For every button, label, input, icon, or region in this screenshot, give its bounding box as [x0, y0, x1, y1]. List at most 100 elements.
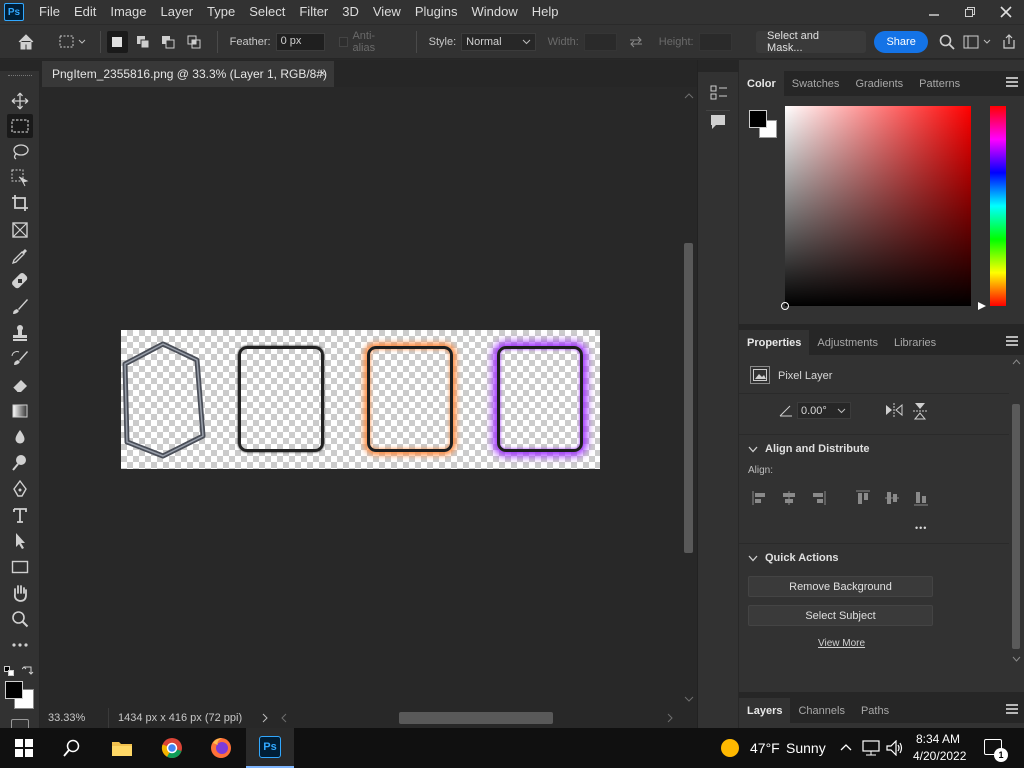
brush-tool-icon[interactable] [7, 295, 33, 319]
frame-tool-icon[interactable] [7, 218, 33, 242]
more-tools-icon[interactable] [7, 633, 33, 657]
scroll-right-icon[interactable] [667, 713, 673, 723]
tab-gradients[interactable]: Gradients [847, 71, 911, 96]
marquee-preset-picker[interactable] [56, 31, 89, 53]
hand-tool-icon[interactable] [7, 581, 33, 605]
layers-panel-menu-icon[interactable] [1006, 704, 1018, 714]
swap-colors-icon[interactable] [21, 664, 34, 676]
menu-window[interactable]: Window [464, 0, 524, 24]
tab-swatches[interactable]: Swatches [784, 71, 848, 96]
color-panel-foreground-swatch[interactable] [749, 110, 767, 128]
comments-panel-icon[interactable] [710, 114, 726, 133]
tab-layers[interactable]: Layers [739, 698, 791, 723]
tab-properties[interactable]: Properties [739, 330, 810, 355]
taskbar-date[interactable]: 4/20/2022 [913, 749, 966, 763]
align-section-header[interactable]: Align and Distribute [748, 443, 870, 455]
scroll-up-icon[interactable] [1012, 359, 1021, 365]
horizontal-scroll-thumb[interactable] [399, 712, 553, 724]
scroll-left-icon[interactable] [281, 713, 287, 723]
blur-tool-icon[interactable] [7, 425, 33, 449]
taskbar-time[interactable]: 8:34 AM [916, 732, 960, 746]
scroll-down-icon[interactable] [1012, 656, 1021, 662]
new-selection-button[interactable] [106, 30, 129, 53]
tab-channels[interactable]: Channels [790, 698, 852, 723]
menu-view[interactable]: View [366, 0, 408, 24]
select-and-mask-button[interactable]: Select and Mask... [756, 30, 867, 54]
menu-plugins[interactable]: Plugins [408, 0, 465, 24]
hue-slider-handle[interactable] [977, 301, 987, 311]
default-colors-icon[interactable] [4, 665, 14, 676]
minimize-icon[interactable] [916, 0, 952, 24]
document-image[interactable] [121, 330, 600, 469]
subtract-from-selection-button[interactable] [158, 31, 179, 53]
align-horizontal-centers-icon[interactable] [781, 490, 797, 506]
properties-panel-icon[interactable] [710, 84, 728, 105]
more-align-options-icon[interactable]: ••• [915, 523, 927, 533]
color-field[interactable] [781, 106, 971, 310]
hue-slider[interactable] [990, 106, 1006, 306]
align-left-edges-icon[interactable] [752, 490, 768, 506]
menu-help[interactable]: Help [525, 0, 566, 24]
firefox-icon[interactable] [197, 728, 245, 768]
home-icon[interactable] [15, 31, 36, 53]
menu-edit[interactable]: Edit [67, 0, 103, 24]
path-selection-tool-icon[interactable] [7, 529, 33, 553]
volume-icon[interactable] [886, 740, 904, 756]
search-icon[interactable] [936, 31, 957, 53]
select-subject-button[interactable]: Select Subject [748, 605, 933, 626]
tab-adjustments[interactable]: Adjustments [809, 330, 886, 355]
chrome-icon[interactable] [148, 728, 196, 768]
eyedropper-tool-icon[interactable] [7, 244, 33, 268]
height-input[interactable] [698, 32, 733, 51]
history-brush-tool-icon[interactable] [7, 347, 33, 371]
color-field-picker[interactable] [781, 302, 789, 310]
windows-start-icon[interactable] [0, 728, 48, 768]
menu-3d[interactable]: 3D [335, 0, 366, 24]
menu-image[interactable]: Image [103, 0, 153, 24]
type-tool-icon[interactable] [7, 503, 33, 527]
share-export-icon[interactable] [999, 31, 1020, 53]
gradient-tool-icon[interactable] [7, 399, 33, 423]
style-select[interactable]: Normal [461, 32, 536, 51]
zoom-level[interactable]: 33.33% [48, 712, 85, 724]
properties-panel-menu-icon[interactable] [1006, 336, 1018, 346]
toolbar-grip[interactable] [8, 75, 32, 78]
document-tab[interactable]: PngItem_2355816.png @ 33.3% (Layer 1, RG… [42, 61, 334, 87]
move-tool-icon[interactable] [7, 89, 33, 113]
align-vertical-centers-icon[interactable] [884, 490, 900, 506]
rectangle-tool-icon[interactable] [7, 555, 33, 579]
eraser-tool-icon[interactable] [7, 373, 33, 397]
status-menu-chevron-icon[interactable] [262, 713, 268, 723]
object-selection-tool-icon[interactable] [7, 166, 33, 190]
intersect-selection-button[interactable] [183, 31, 204, 53]
dodge-tool-icon[interactable] [7, 451, 33, 475]
share-button[interactable]: Share [874, 30, 928, 53]
foreground-color-swatch[interactable] [5, 681, 23, 699]
menu-file[interactable]: File [32, 0, 67, 24]
tab-patterns[interactable]: Patterns [911, 71, 968, 96]
workspace-switcher-icon[interactable] [961, 31, 994, 53]
menu-filter[interactable]: Filter [292, 0, 335, 24]
crop-tool-icon[interactable] [7, 191, 33, 215]
vertical-scrollbar[interactable] [682, 88, 696, 708]
healing-brush-tool-icon[interactable] [7, 269, 33, 293]
feather-input[interactable]: 0 px [275, 32, 325, 51]
tab-paths[interactable]: Paths [853, 698, 897, 723]
rectangular-marquee-tool-icon[interactable] [7, 114, 33, 138]
network-icon[interactable] [862, 740, 880, 756]
weather-description[interactable]: Sunny [786, 740, 826, 756]
menu-select[interactable]: Select [242, 0, 292, 24]
flip-horizontal-icon[interactable] [885, 403, 903, 417]
photoshop-taskbar-icon[interactable]: Ps [246, 728, 294, 768]
weather-sun-icon[interactable] [721, 739, 739, 757]
search-icon[interactable] [48, 728, 96, 768]
view-more-link[interactable]: View More [818, 638, 865, 649]
tab-libraries[interactable]: Libraries [886, 330, 944, 355]
properties-scrollbar[interactable] [1009, 356, 1024, 666]
scroll-up-icon[interactable] [684, 93, 694, 99]
restore-icon[interactable] [952, 0, 988, 24]
menu-layer[interactable]: Layer [154, 0, 201, 24]
show-hidden-icons-chevron-icon[interactable] [840, 743, 852, 751]
file-explorer-icon[interactable] [98, 728, 146, 768]
properties-scroll-thumb[interactable] [1012, 404, 1020, 649]
